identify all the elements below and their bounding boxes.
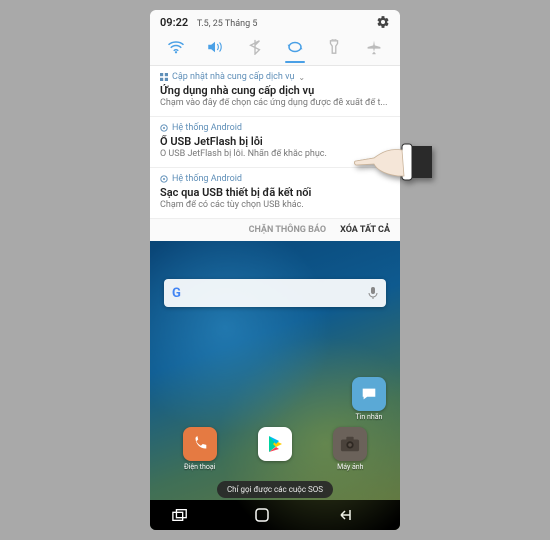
app-label: Tin nhắn — [356, 413, 383, 421]
sos-toast: Chỉ gọi được các cuộc SOS — [217, 481, 333, 498]
notification-app-label: Hệ thống Android — [160, 123, 390, 133]
block-notifications-button[interactable]: CHẶN THÔNG BÁO — [249, 225, 327, 235]
app-phone[interactable]: Điện thoại — [177, 427, 223, 471]
status-date: T.5, 25 Tháng 5 — [197, 19, 258, 29]
status-time: 09:22 — [160, 16, 188, 29]
app-camera[interactable]: Máy ảnh — [327, 427, 373, 471]
phone-icon — [183, 427, 217, 461]
camera-icon — [333, 427, 367, 461]
phone-frame: 09:22 T.5, 25 Tháng 5 — [150, 10, 400, 530]
notification-shade: 09:22 T.5, 25 Tháng 5 — [150, 10, 400, 241]
quick-settings-row — [150, 31, 400, 66]
airplane-icon[interactable] — [362, 37, 386, 57]
messages-icon — [352, 377, 386, 411]
app-label: Điện thoại — [184, 463, 215, 471]
app-play-store[interactable] — [252, 427, 298, 471]
homescreen[interactable]: G Tin nhắn Điện thoại — [150, 241, 400, 530]
google-search-bar[interactable]: G — [164, 279, 386, 307]
notification-body: Chạm vào đây để chọn các ứng dụng được đ… — [160, 98, 390, 108]
status-bar: 09:22 T.5, 25 Tháng 5 — [150, 10, 400, 31]
sound-icon[interactable] — [203, 37, 227, 57]
mic-icon[interactable] — [368, 286, 378, 300]
wifi-icon[interactable] — [164, 37, 188, 57]
chevron-down-icon: ⌄ — [298, 73, 305, 82]
clear-all-button[interactable]: XÓA TẤT CẢ — [340, 225, 390, 235]
dock-row: Điện thoại Máy ảnh — [150, 427, 400, 475]
app-messages[interactable]: Tin nhắn — [346, 377, 392, 421]
notification-title: Ứng dụng nhà cung cấp dịch vụ — [160, 84, 390, 97]
status-time-date: 09:22 T.5, 25 Tháng 5 — [160, 16, 257, 29]
app-row: Tin nhắn — [150, 377, 400, 421]
notification-item[interactable]: Cập nhật nhà cung cấp dịch vụ ⌄ Ứng dụng… — [150, 66, 400, 117]
app-label — [274, 463, 276, 471]
pointer-hand-icon — [352, 138, 432, 188]
bluetooth-icon[interactable] — [243, 37, 267, 57]
google-logo-icon: G — [172, 286, 181, 301]
notification-body: Chạm để có các tùy chọn USB khác. — [160, 200, 390, 210]
flashlight-icon[interactable] — [322, 37, 346, 57]
play-store-icon — [258, 427, 292, 461]
notification-actions: CHẶN THÔNG BÁO XÓA TẤT CẢ — [150, 219, 400, 241]
app-label: Máy ảnh — [337, 463, 363, 471]
notification-app-label: Cập nhật nhà cung cấp dịch vụ ⌄ — [160, 72, 390, 82]
settings-gear-icon[interactable] — [376, 15, 390, 29]
auto-rotate-icon[interactable] — [283, 37, 307, 57]
